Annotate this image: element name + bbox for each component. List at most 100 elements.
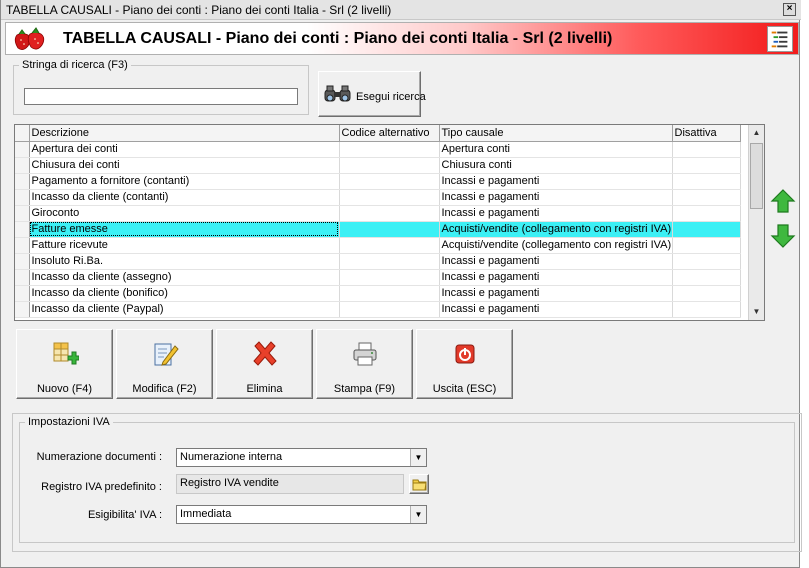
row-indicator	[15, 301, 30, 318]
registro-field: Registro IVA vendite	[176, 474, 404, 494]
row-indicator	[15, 205, 30, 222]
nuovo-label: Nuovo (F4)	[36, 383, 93, 395]
row-indicator	[15, 189, 30, 206]
row-indicator	[15, 157, 30, 174]
arrow-up-icon[interactable]	[770, 188, 796, 214]
window-title: TABELLA CAUSALI - Piano dei conti : Pian…	[6, 3, 392, 17]
strawberry-logo-icon	[14, 27, 45, 50]
table-row[interactable]: Incasso da cliente (contanti) Incassi e p…	[15, 189, 741, 206]
cell-tipo: Incassi e pagamenti	[439, 269, 673, 286]
table-row[interactable]: Chiusura dei conti Chiusura conti	[15, 157, 741, 174]
cell-tipo: Incassi e pagamenti	[439, 173, 673, 190]
cell-codice	[339, 253, 440, 270]
search-legend: Stringa di ricerca (F3)	[19, 59, 131, 71]
cell-tipo: Incassi e pagamenti	[439, 189, 673, 206]
cell-codice	[339, 173, 440, 190]
causali-window: TABELLA CAUSALI - Piano dei conti : Pian…	[0, 0, 802, 568]
table-row[interactable]: Giroconto Incassi e pagamenti	[15, 205, 741, 222]
row-indicator	[15, 221, 30, 238]
cell-descrizione: Giroconto	[29, 205, 340, 222]
cell-disattiva	[672, 285, 741, 302]
cell-disattiva	[672, 141, 741, 158]
elimina-label: Elimina	[246, 383, 283, 395]
cell-descrizione: Insoluto Ri.Ba.	[29, 253, 340, 270]
cell-codice	[339, 141, 440, 158]
table-row-selected[interactable]: Fatture emesse Acquisti/vendite (collegam…	[15, 221, 741, 238]
cell-disattiva	[672, 269, 741, 286]
scroll-up-arrow-icon[interactable]: ▲	[749, 125, 764, 141]
banner-title: TABELLA CAUSALI - Piano dei conti : Pian…	[63, 30, 613, 47]
row-indicator	[15, 237, 30, 254]
cell-descrizione: Chiusura dei conti	[29, 157, 340, 174]
cell-tipo: Incassi e pagamenti	[439, 285, 673, 302]
execute-search-button[interactable]: Esegui ricerca	[318, 71, 426, 117]
causali-table: Descrizione Codice alternativo Tipo caus…	[15, 125, 741, 318]
row-indicator	[15, 269, 30, 286]
column-header-tipo[interactable]: Tipo causale	[439, 125, 673, 142]
printer-icon	[353, 342, 377, 366]
chevron-down-icon[interactable]: ▼	[410, 506, 426, 523]
table-row[interactable]: Incasso da cliente (Paypal) Incassi e pag…	[15, 301, 741, 318]
cell-disattiva	[672, 157, 741, 174]
cell-tipo: Chiusura conti	[439, 157, 673, 174]
registro-browse-button[interactable]	[409, 474, 429, 494]
execute-search-label: Esegui ricerca	[356, 91, 426, 103]
title-bar: TABELLA CAUSALI - Piano dei conti : Pian…	[1, 0, 801, 20]
cell-codice	[339, 221, 440, 238]
row-indicator	[15, 173, 30, 190]
modifica-button[interactable]: Modifica (F2)	[116, 329, 213, 399]
cell-tipo: Acquisti/vendite (collegamento con regis…	[439, 237, 673, 254]
row-indicator-header	[15, 125, 30, 142]
table-row[interactable]: Insoluto Ri.Ba. Incassi e pagamenti	[15, 253, 741, 270]
table-row[interactable]: Incasso da cliente (assegno) Incassi e pa…	[15, 269, 741, 286]
cell-descrizione: Incasso da cliente (contanti)	[29, 189, 340, 206]
new-grid-icon	[53, 342, 79, 365]
cell-descrizione: Fatture emesse	[29, 221, 340, 238]
cell-codice	[339, 189, 440, 206]
grid-vertical-scrollbar[interactable]: ▲ ▼	[748, 125, 764, 320]
cell-descrizione: Apertura dei conti	[29, 141, 340, 158]
scroll-thumb[interactable]	[750, 143, 763, 209]
power-icon	[455, 344, 475, 364]
numerazione-select[interactable]: Numerazione interna ▼	[176, 448, 427, 467]
search-input[interactable]	[24, 88, 298, 105]
chevron-down-icon[interactable]: ▼	[410, 449, 426, 466]
uscita-button[interactable]: Uscita (ESC)	[416, 329, 513, 399]
registro-value: Registro IVA vendite	[180, 477, 279, 489]
list-icon[interactable]	[767, 26, 793, 52]
elimina-button[interactable]: Elimina	[216, 329, 313, 399]
row-indicator	[15, 285, 30, 302]
cell-disattiva	[672, 221, 741, 238]
esigibilita-select[interactable]: Immediata ▼	[176, 505, 427, 524]
stampa-button[interactable]: Stampa (F9)	[316, 329, 413, 399]
table-row[interactable]: Incasso da cliente (bonifico) Incassi e p…	[15, 285, 741, 302]
close-button[interactable]: ×	[783, 3, 796, 16]
edit-document-icon	[154, 343, 179, 366]
esigibilita-value: Immediata	[180, 508, 232, 520]
causali-grid[interactable]: Descrizione Codice alternativo Tipo caus…	[14, 124, 765, 321]
column-header-codice[interactable]: Codice alternativo	[339, 125, 440, 142]
cell-descrizione: Pagamento a fornitore (contanti)	[29, 173, 340, 190]
cell-codice	[339, 269, 440, 286]
arrow-down-icon[interactable]	[770, 223, 796, 249]
table-row[interactable]: Apertura dei conti Apertura conti	[15, 141, 741, 158]
cell-tipo: Apertura conti	[439, 141, 673, 158]
delete-x-icon	[253, 341, 277, 366]
column-header-disattiva[interactable]: Disattiva	[672, 125, 741, 142]
cell-disattiva	[672, 237, 741, 254]
table-row[interactable]: Pagamento a fornitore (contanti) Incassi …	[15, 173, 741, 190]
table-row[interactable]: Fatture ricevute Acquisti/vendite (colleg…	[15, 237, 741, 254]
cell-descrizione: Incasso da cliente (Paypal)	[29, 301, 340, 318]
scroll-down-arrow-icon[interactable]: ▼	[749, 304, 764, 320]
cell-tipo: Incassi e pagamenti	[439, 205, 673, 222]
uscita-label: Uscita (ESC)	[432, 383, 497, 395]
cell-tipo: Incassi e pagamenti	[439, 301, 673, 318]
cell-disattiva	[672, 189, 741, 206]
column-header-descrizione[interactable]: Descrizione	[29, 125, 340, 142]
nuovo-button[interactable]: Nuovo (F4)	[16, 329, 113, 399]
esigibilita-label: Esigibilita' IVA :	[87, 509, 162, 521]
row-indicator	[15, 253, 30, 270]
cell-codice	[339, 237, 440, 254]
cell-disattiva	[672, 253, 741, 270]
cell-codice	[339, 205, 440, 222]
